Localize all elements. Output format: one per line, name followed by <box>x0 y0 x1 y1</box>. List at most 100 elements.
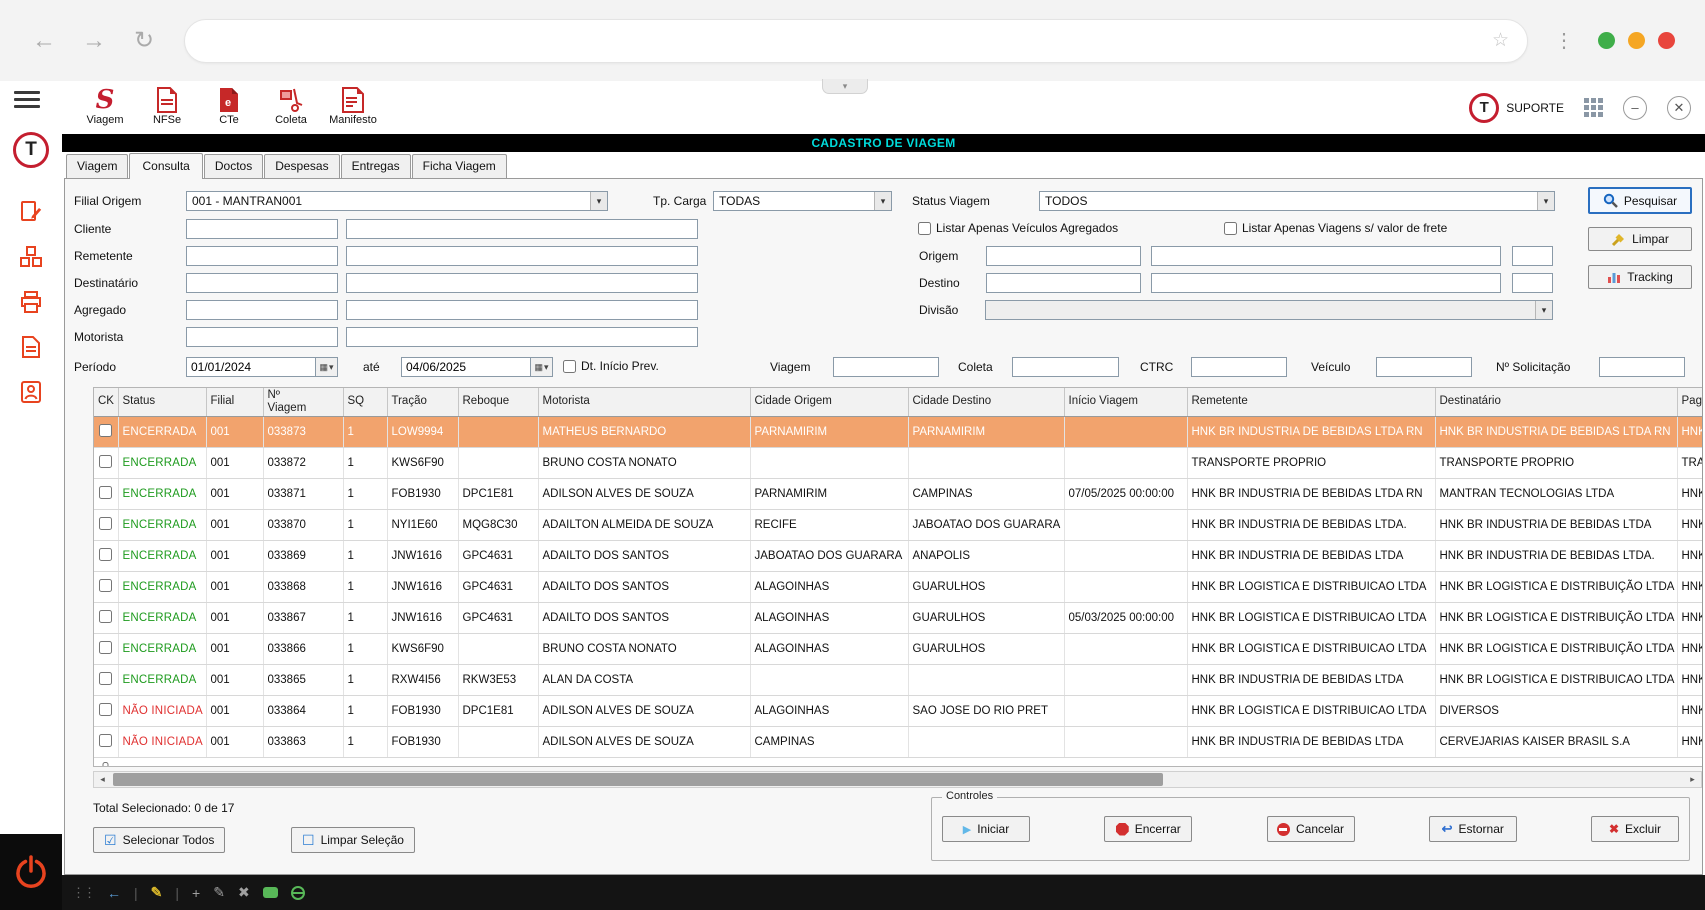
destino-name-input[interactable] <box>1151 273 1501 293</box>
bookmark-star-icon[interactable]: ☆ <box>1492 29 1509 52</box>
row-checkbox[interactable] <box>99 762 112 768</box>
viagens-sem-frete-checkbox[interactable] <box>1224 222 1237 235</box>
status-viagem-select[interactable]: TODOS ▾ <box>1039 191 1555 211</box>
row-checkbox[interactable] <box>99 548 112 561</box>
origem-code-input[interactable] <box>986 246 1141 266</box>
hamburger-menu-button[interactable] <box>14 91 62 108</box>
coleta-number-input[interactable] <box>1012 357 1119 377</box>
chk-dt-inicio-prev[interactable]: Dt. Início Prev. <box>563 359 659 373</box>
table-row[interactable]: ENCERRADA 001 033867 1 JNW1616 GPC4631 A… <box>94 602 1702 633</box>
selecionar-todos-button[interactable]: ☑ Selecionar Todos <box>93 827 225 853</box>
grid-column-header[interactable]: CK <box>94 388 118 416</box>
scroll-right-button[interactable]: ▸ <box>1684 772 1701 787</box>
row-checkbox[interactable] <box>99 424 112 437</box>
chk-viagens-sem-frete[interactable]: Listar Apenas Viagens s/ valor de frete <box>1224 221 1447 235</box>
row-checkbox[interactable] <box>99 703 112 716</box>
viagem-number-input[interactable] <box>833 357 939 377</box>
printer-icon[interactable] <box>19 290 43 314</box>
calendar-dropdown-button[interactable]: ▦▾ <box>531 357 553 377</box>
excluir-button[interactable]: ✖ Excluir <box>1591 816 1679 842</box>
grid-menu-button[interactable] <box>1584 98 1603 117</box>
grid-column-header[interactable]: Cidade Origem <box>750 388 908 416</box>
table-row[interactable]: ENCERRADA 001 033865 1 RXW4I56 RKW3E53 A… <box>94 664 1702 695</box>
agregado-code-input[interactable] <box>186 300 338 320</box>
minimize-button[interactable]: – <box>1623 96 1647 120</box>
tab-item[interactable]: Entregas <box>341 154 411 178</box>
table-row[interactable]: ENCERRADA 001 033871 1 FOB1930 DPC1E81 A… <box>94 478 1702 509</box>
table-row[interactable]: ENCERRADA 001 033873 1 LOW9994 MATHEUS B… <box>94 416 1702 447</box>
tab-item[interactable]: Doctos <box>204 154 263 178</box>
veiculos-agregados-checkbox[interactable] <box>918 222 931 235</box>
address-input[interactable] <box>203 33 1492 49</box>
cancelar-button[interactable]: Cancelar <box>1267 816 1355 842</box>
toolbar-item-nfse[interactable]: NFSe <box>136 85 198 126</box>
destinatario-name-input[interactable] <box>346 273 698 293</box>
toolbar-item-coleta[interactable]: Coleta <box>260 85 322 126</box>
filial-origem-select[interactable]: 001 - MANTRAN001 ▾ <box>186 191 608 211</box>
grid-column-header[interactable]: Tração <box>387 388 458 416</box>
destino-uf-input[interactable] <box>1512 273 1553 293</box>
table-row[interactable]: ENCERRADA 001 033866 1 KWS6F90 BRUNO COS… <box>94 633 1702 664</box>
table-row[interactable]: NÃO INICIADA 001 033864 1 FOB1930 DPC1E8… <box>94 695 1702 726</box>
limpar-selecao-button[interactable]: ☐ Limpar Seleção <box>291 827 415 853</box>
browser-forward-button[interactable]: → <box>74 21 114 61</box>
remetente-code-input[interactable] <box>186 246 338 266</box>
grid-column-header[interactable]: Cidade Destino <box>908 388 1064 416</box>
ctrc-input[interactable] <box>1191 357 1287 377</box>
statusbar-back-button[interactable]: ← <box>107 885 121 901</box>
encerrar-button[interactable]: Encerrar <box>1104 816 1192 842</box>
toolbar-item-viagem[interactable]: S Viagem <box>74 85 136 126</box>
motorista-name-input[interactable] <box>346 327 698 347</box>
grid-column-header[interactable]: Início Viagem <box>1064 388 1187 416</box>
grid-column-header[interactable]: Reboque <box>458 388 538 416</box>
collapse-panel-handle[interactable]: ▾ <box>822 79 868 94</box>
pesquisar-button[interactable]: Pesquisar <box>1588 187 1692 214</box>
close-button[interactable]: ✕ <box>1667 96 1691 120</box>
schedule-boxes-icon[interactable] <box>19 245 43 269</box>
edit-document-icon[interactable] <box>19 200 43 224</box>
periodo-ate-input[interactable] <box>401 357 531 377</box>
statusbar-add-button[interactable]: + <box>192 885 200 901</box>
browser-menu-icon[interactable]: ⋮ <box>1548 28 1580 53</box>
row-checkbox[interactable] <box>99 455 112 468</box>
statusbar-edit-button[interactable]: ✎ <box>213 884 225 901</box>
table-row[interactable]: ENCERRADA 001 033868 1 JNW1616 GPC4631 A… <box>94 571 1702 602</box>
tp-carga-select[interactable]: TODAS ▾ <box>713 191 892 211</box>
grid-column-header[interactable]: Status <box>118 388 206 416</box>
grid-column-header[interactable]: Remetente <box>1187 388 1435 416</box>
iniciar-button[interactable]: ▶ Iniciar <box>942 816 1030 842</box>
chk-veiculos-agregados[interactable]: Listar Apenas Veículos Agregados <box>918 221 1118 235</box>
chat-icon[interactable] <box>263 887 278 898</box>
grid-column-header[interactable]: SQ <box>343 388 387 416</box>
row-checkbox[interactable] <box>99 579 112 592</box>
row-checkbox[interactable] <box>99 641 112 654</box>
agregado-name-input[interactable] <box>346 300 698 320</box>
row-checkbox[interactable] <box>99 486 112 499</box>
table-row[interactable]: ENCERRADA 001 033872 1 KWS6F90 BRUNO COS… <box>94 447 1702 478</box>
browser-reload-button[interactable]: ↻ <box>124 21 164 61</box>
limpar-button[interactable]: Limpar <box>1588 227 1692 251</box>
row-checkbox[interactable] <box>99 672 112 685</box>
statusbar-clean-button[interactable]: ✎ <box>151 884 163 901</box>
destino-code-input[interactable] <box>986 273 1141 293</box>
tracking-button[interactable]: Tracking <box>1588 265 1692 289</box>
globe-icon[interactable] <box>291 886 305 900</box>
dt-inicio-prev-checkbox[interactable] <box>563 360 576 373</box>
cliente-code-input[interactable] <box>186 219 338 239</box>
table-row[interactable]: NÃO INICIADA 001 033863 1 FOB1930 ADILSO… <box>94 726 1702 757</box>
browser-back-button[interactable]: ← <box>24 21 64 61</box>
remetente-name-input[interactable] <box>346 246 698 266</box>
table-row[interactable]: ENCERRADA 001 033869 1 JNW1616 GPC4631 A… <box>94 540 1702 571</box>
address-bar[interactable]: ☆ <box>184 19 1528 63</box>
toolbar-item-manifesto[interactable]: Manifesto <box>322 85 384 126</box>
support-button[interactable]: T SUPORTE <box>1469 93 1564 123</box>
estornar-button[interactable]: ↩ Estornar <box>1429 816 1517 842</box>
contacts-icon[interactable] <box>19 380 43 404</box>
origem-uf-input[interactable] <box>1512 246 1553 266</box>
toolbar-item-cte[interactable]: e CTe <box>198 85 260 126</box>
cliente-name-input[interactable] <box>346 219 698 239</box>
horizontal-scrollbar[interactable]: ◂ ▸ <box>93 771 1702 788</box>
motorista-code-input[interactable] <box>186 327 338 347</box>
tab-item[interactable]: Despesas <box>264 154 339 178</box>
scrollbar-thumb[interactable] <box>113 773 1163 786</box>
